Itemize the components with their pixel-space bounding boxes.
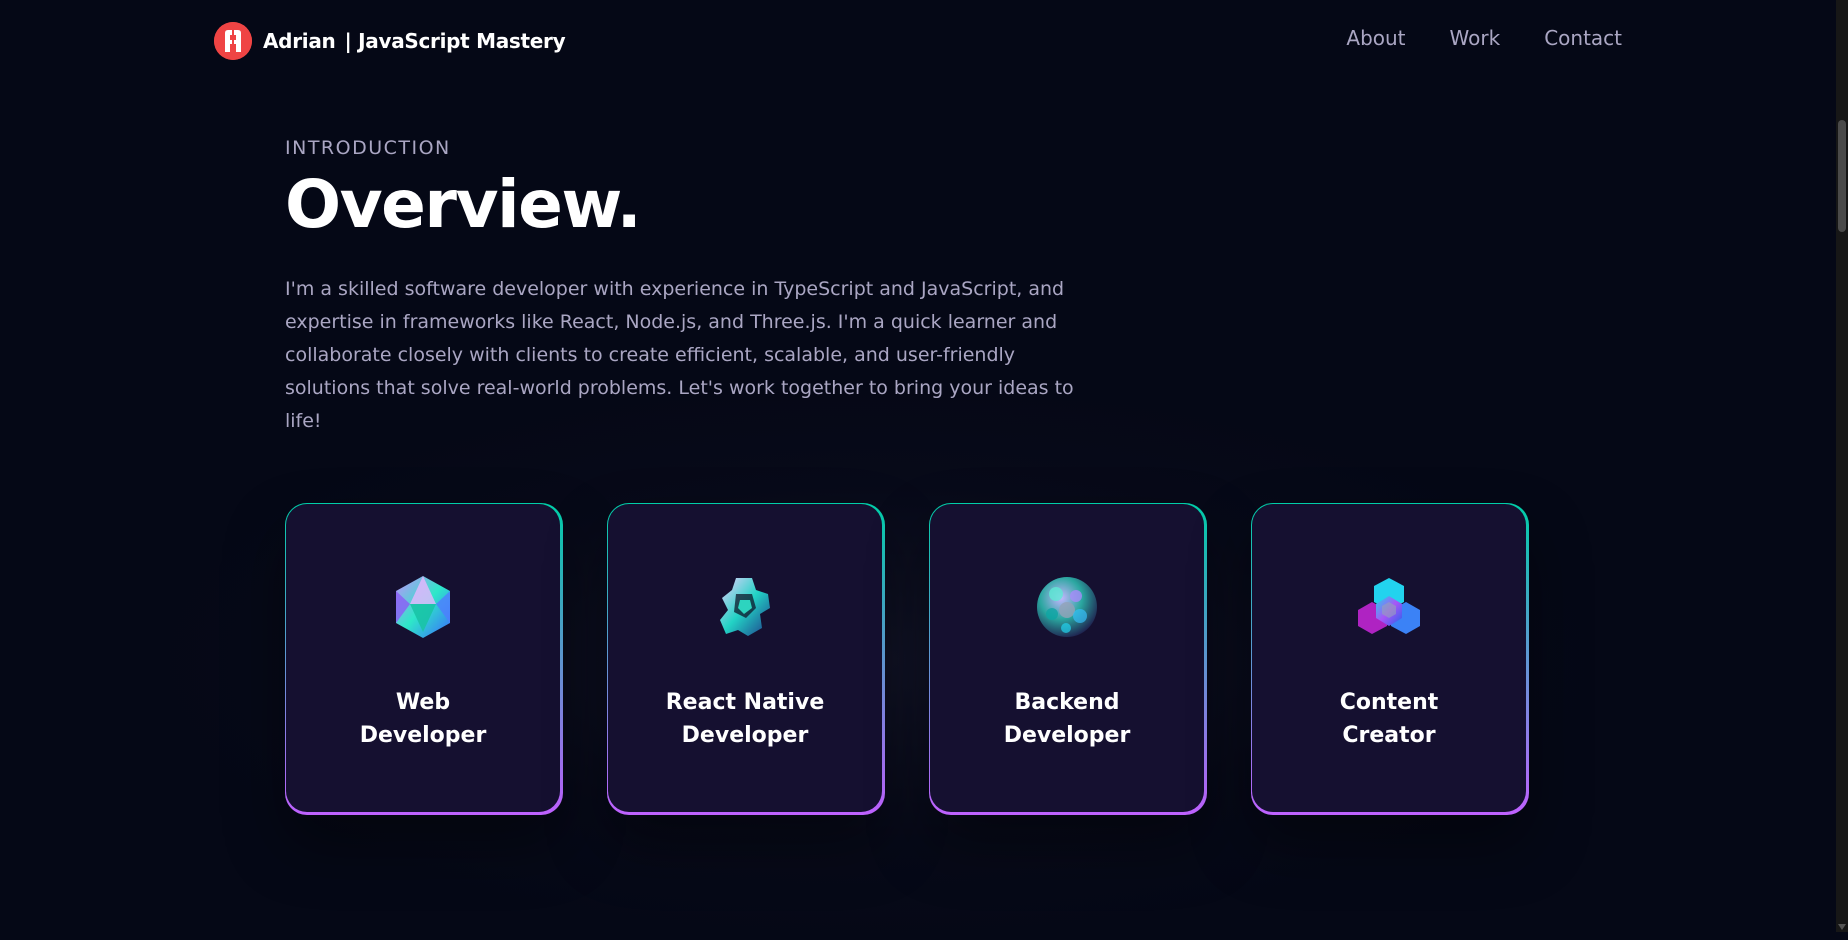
page-scrollbar[interactable] (1836, 0, 1848, 932)
section-title: Overview. (285, 166, 642, 243)
section-subtitle: INTRODUCTION (285, 137, 451, 159)
brand-name: Adrian (263, 29, 336, 53)
nav-link-work[interactable]: Work (1450, 26, 1501, 50)
navbar: Adrian | JavaScript Mastery About Work Co… (0, 0, 1836, 82)
card-title-line2: Developer (1003, 723, 1131, 748)
scrollbar-thumb[interactable] (1838, 120, 1846, 232)
brand-link[interactable]: Adrian | JavaScript Mastery (214, 22, 566, 60)
scroll-down-arrow-icon[interactable] (1838, 924, 1846, 930)
nav-item-work: Work (1450, 26, 1501, 50)
nav-item-about: About (1346, 26, 1405, 50)
backend-icon (1037, 577, 1097, 637)
overview-section: INTRODUCTION Overview. I'm a skilled sof… (285, 137, 1145, 457)
card-title-line1: Web (395, 690, 451, 715)
service-card-web[interactable]: Web Developer (285, 503, 563, 815)
card-body: Content Creator (1252, 504, 1526, 812)
overview-description: I'm a skilled software developer with ex… (285, 278, 1074, 432)
mobile-icon (720, 578, 770, 636)
nav-links: About Work Contact (1346, 26, 1622, 50)
nav-link-about[interactable]: About (1346, 26, 1405, 50)
card-title-line1: React Native (665, 690, 825, 715)
card-body: Backend Developer (930, 504, 1204, 812)
service-card-backend[interactable]: Backend Developer (929, 503, 1207, 815)
card-title-line1: Backend (1014, 690, 1120, 715)
card-title: React Native Developer (666, 686, 825, 752)
card-title: Web Developer (360, 686, 487, 752)
service-card-content[interactable]: Content Creator (1251, 503, 1529, 815)
brand-tagline: | JavaScript Mastery (344, 29, 566, 53)
card-body: Web Developer (286, 504, 560, 812)
card-title: Content Creator (1340, 686, 1439, 752)
nav-link-contact[interactable]: Contact (1544, 26, 1622, 50)
service-card-react-native[interactable]: React Native Developer (607, 503, 885, 815)
web-icon (396, 576, 450, 638)
card-title-line2: Developer (359, 723, 487, 748)
logo-icon (214, 22, 252, 60)
service-cards: Web Developer React Native Developer Bac… (285, 503, 1529, 815)
card-title: Backend Developer (1004, 686, 1131, 752)
card-title-line2: Developer (681, 723, 809, 748)
card-title-line2: Creator (1342, 723, 1436, 748)
card-title-line1: Content (1339, 690, 1439, 715)
card-body: React Native Developer (608, 504, 882, 812)
nav-item-contact: Contact (1544, 26, 1622, 50)
creator-icon (1358, 578, 1420, 634)
brand-text: Adrian | JavaScript Mastery (263, 29, 566, 53)
